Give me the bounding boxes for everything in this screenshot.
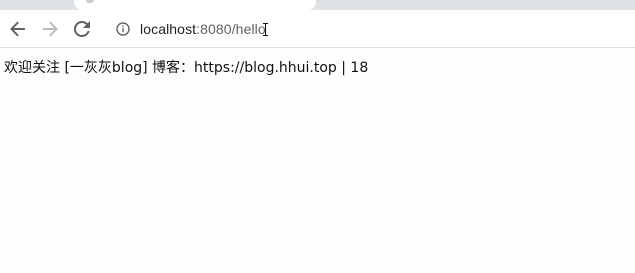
- url-host: localhost: [140, 21, 197, 37]
- info-icon: [116, 22, 130, 36]
- page-viewport: 欢迎关注 [一灰灰blog] 博客：https://blog.hhui.top …: [0, 48, 635, 273]
- forward-button[interactable]: [37, 16, 63, 42]
- back-button[interactable]: [5, 16, 31, 42]
- browser-window: localhost:8080/hello 欢迎关注 [一灰灰blog] 博客：h…: [0, 0, 635, 273]
- site-info-button[interactable]: [110, 16, 136, 42]
- active-tab[interactable]: [74, 0, 316, 10]
- arrow-right-icon: [43, 21, 58, 37]
- url-path: :8080/hello: [196, 21, 266, 37]
- url-text[interactable]: localhost:8080/hello: [140, 21, 269, 37]
- response-text: 欢迎关注 [一灰灰blog] 博客：https://blog.hhui.top …: [4, 60, 369, 76]
- browser-toolbar: localhost:8080/hello: [0, 10, 635, 48]
- address-bar[interactable]: localhost:8080/hello: [104, 14, 635, 44]
- text-cursor-icon: [262, 23, 269, 36]
- tab-strip: [0, 0, 635, 10]
- arrow-left-icon: [10, 21, 25, 37]
- reload-button[interactable]: [69, 16, 95, 42]
- reload-icon: [74, 21, 90, 37]
